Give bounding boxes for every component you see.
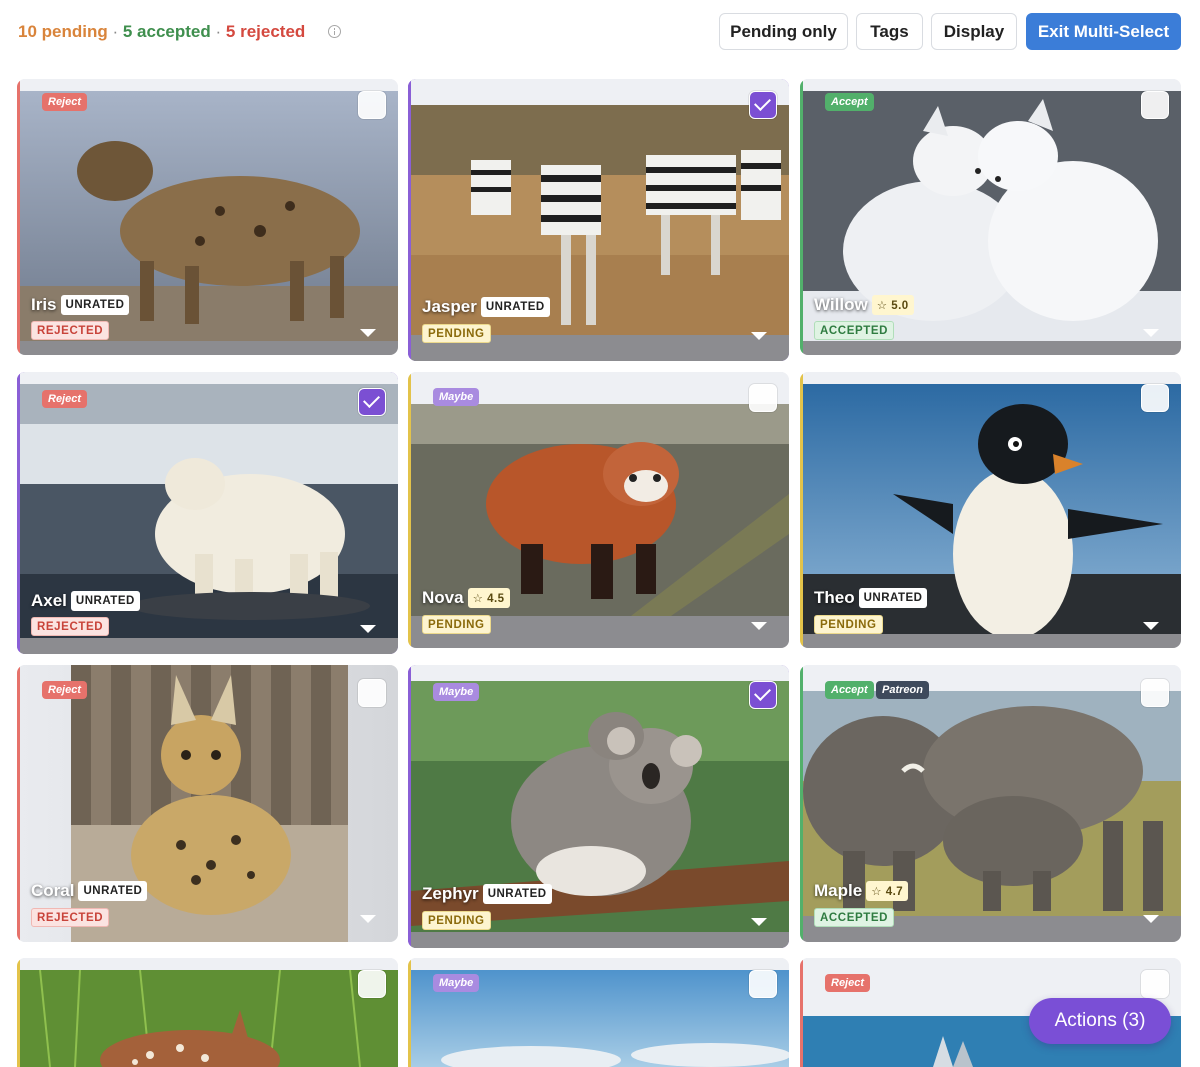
rating-badge: ☆ 4.7	[866, 881, 909, 901]
photo-card[interactable]: Accept Willow ☆ 5.0 ACCEPTED	[800, 79, 1181, 355]
rating-badge: UNRATED	[482, 884, 552, 904]
pending-only-button[interactable]: Pending only	[719, 13, 848, 50]
pending-count: 10 pending	[18, 22, 108, 41]
accepted-count: 5 accepted	[122, 22, 211, 41]
tag-reject: Reject	[42, 390, 88, 408]
rating-badge: ☆ 5.0	[871, 295, 914, 315]
tag-maybe: Maybe	[433, 974, 480, 992]
info-icon[interactable]	[328, 25, 342, 38]
rating-badge: UNRATED	[60, 295, 130, 315]
photo-card[interactable]: Theo UNRATED PENDING	[800, 372, 1181, 648]
select-checkbox[interactable]	[1141, 91, 1169, 119]
actions-button[interactable]: Actions (3)	[1029, 998, 1171, 1044]
summary-separator: ·	[112, 22, 119, 41]
chevron-down-icon[interactable]	[751, 332, 767, 340]
status-summary: 10 pending · 5 accepted · 5 rejected	[18, 22, 342, 42]
photo-card[interactable]: Reject Iris UNRATED REJECTED	[17, 79, 398, 355]
photo-card[interactable]: Accept Patreon Maple ☆ 4.7 ACCEPTED	[800, 665, 1181, 942]
select-checkbox[interactable]	[358, 388, 386, 416]
item-name: Iris	[31, 295, 57, 314]
select-checkbox[interactable]	[749, 970, 777, 998]
photo-card[interactable]: Reject Coral UNRATED REJECTED	[17, 665, 398, 942]
select-checkbox[interactable]	[1141, 970, 1169, 998]
summary-separator: ·	[215, 22, 222, 41]
chevron-down-icon[interactable]	[1143, 329, 1159, 337]
item-name: Zephyr	[422, 884, 479, 903]
item-name: Maple	[814, 881, 863, 900]
status-badge: REJECTED	[31, 908, 110, 927]
photo-card[interactable]: Maybe Nova ☆ 4.5 PENDING	[408, 372, 789, 648]
rejected-count: 5 rejected	[225, 22, 306, 41]
chevron-down-icon[interactable]	[360, 625, 376, 633]
top-bar: 10 pending · 5 accepted · 5 rejected Pen…	[0, 0, 1200, 64]
status-badge: PENDING	[422, 615, 491, 634]
rating-badge: UNRATED	[78, 881, 148, 901]
status-badge: PENDING	[422, 911, 491, 930]
select-checkbox[interactable]	[749, 91, 777, 119]
select-checkbox[interactable]	[358, 970, 386, 998]
select-checkbox[interactable]	[358, 91, 386, 119]
item-name: Coral	[31, 881, 75, 900]
rating-badge: UNRATED	[70, 591, 140, 611]
chevron-down-icon[interactable]	[751, 918, 767, 926]
item-name: Willow	[814, 295, 868, 314]
tag-accept: Accept	[825, 681, 874, 699]
status-badge: REJECTED	[31, 321, 110, 340]
chevron-down-icon[interactable]	[360, 915, 376, 923]
status-badge: PENDING	[422, 324, 491, 343]
chevron-down-icon[interactable]	[1143, 915, 1159, 923]
status-badge: PENDING	[814, 615, 883, 634]
select-checkbox[interactable]	[749, 384, 777, 412]
select-checkbox[interactable]	[749, 681, 777, 709]
status-badge: ACCEPTED	[814, 321, 895, 340]
status-badge: ACCEPTED	[814, 908, 895, 927]
tag-maybe: Maybe	[433, 683, 480, 701]
select-checkbox[interactable]	[358, 679, 386, 707]
chevron-down-icon[interactable]	[751, 622, 767, 630]
tag-accept: Accept	[825, 93, 874, 111]
rating-badge: UNRATED	[858, 588, 928, 608]
select-checkbox[interactable]	[1141, 384, 1169, 412]
tag-reject: Reject	[42, 93, 88, 111]
display-button[interactable]: Display	[931, 13, 1017, 50]
tag-reject: Reject	[825, 974, 871, 992]
item-name: Jasper	[422, 297, 477, 316]
photo-fawn[interactable]	[20, 970, 398, 1067]
photo-card[interactable]: Maybe Zephyr UNRATED PENDING	[408, 665, 789, 948]
item-name: Axel	[31, 591, 67, 610]
tag-reject: Reject	[42, 681, 88, 699]
photo-card[interactable]	[17, 958, 398, 1067]
chevron-down-icon[interactable]	[360, 329, 376, 337]
rating-badge: UNRATED	[480, 297, 550, 317]
rating-badge: ☆ 4.5	[467, 588, 510, 608]
status-badge: REJECTED	[31, 617, 110, 636]
item-name: Theo	[814, 588, 855, 607]
photo-red-panda[interactable]	[411, 404, 789, 616]
item-name: Nova	[422, 588, 464, 607]
exit-multi-select-button[interactable]: Exit Multi-Select	[1026, 13, 1181, 50]
tag-patreon: Patreon	[876, 681, 929, 699]
tag-maybe: Maybe	[433, 388, 480, 406]
chevron-down-icon[interactable]	[1143, 622, 1159, 630]
photo-card[interactable]: Reject Axel UNRATED REJECTED	[17, 372, 398, 654]
photo-card[interactable]: Maybe	[408, 958, 789, 1067]
select-checkbox[interactable]	[1141, 679, 1169, 707]
photo-card[interactable]: Jasper UNRATED PENDING	[408, 79, 789, 361]
tags-button[interactable]: Tags	[856, 13, 923, 50]
